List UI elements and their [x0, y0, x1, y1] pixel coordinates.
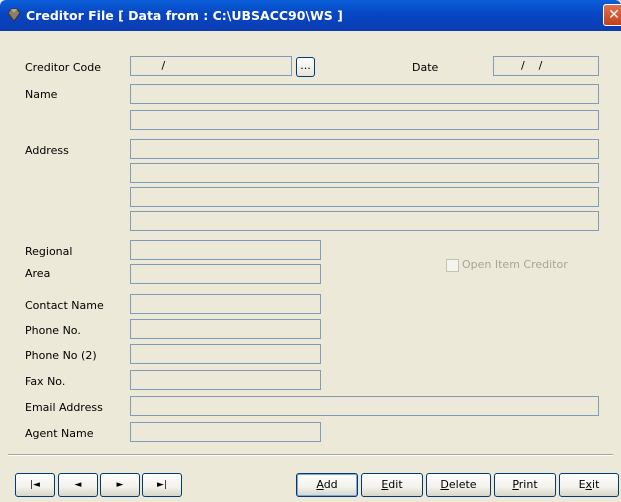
creditor-lookup-button[interactable]: ... [296, 57, 315, 77]
name-field-2[interactable] [130, 110, 599, 130]
add-label: dd [323, 478, 338, 491]
delete-button[interactable]: Delete [426, 473, 491, 497]
next-record-icon: ► [116, 480, 124, 490]
contact-name-field[interactable] [130, 294, 321, 314]
next-record-button[interactable]: ► [100, 473, 140, 497]
address-label: Address [25, 144, 69, 157]
email-field[interactable] [130, 396, 599, 416]
exit-label-end: it [592, 478, 600, 491]
edit-button[interactable]: Edit [361, 473, 423, 497]
phone-field[interactable] [130, 319, 321, 339]
last-record-button[interactable]: ►| [142, 473, 182, 497]
address-field-2[interactable] [130, 163, 599, 183]
address-field-1[interactable] [130, 139, 599, 159]
print-label: rint [518, 478, 538, 491]
close-icon: ✕ [608, 7, 620, 23]
address-field-3[interactable] [130, 187, 599, 207]
fax-label: Fax No. [25, 375, 66, 388]
exit-label-start: E [578, 478, 586, 491]
checkbox-box[interactable] [446, 258, 459, 272]
date-label: Date [412, 61, 439, 74]
exit-button[interactable]: Exit [559, 473, 619, 497]
agent-name-field[interactable] [130, 422, 321, 442]
creditor-file-window: Creditor File [ Data from : C:\UBSACC90\… [0, 0, 621, 502]
print-button[interactable]: Print [494, 473, 556, 497]
email-label: Email Address [25, 401, 103, 414]
creditor-code-field[interactable]: / [130, 56, 292, 76]
open-item-creditor-label: Open Item Creditor [462, 258, 568, 271]
name-field-1[interactable] [130, 84, 599, 104]
area-field[interactable] [130, 264, 321, 284]
gem-icon [7, 8, 21, 22]
edit-label: dit [388, 478, 403, 491]
delete-label: elete [448, 478, 477, 491]
last-record-icon: ►| [157, 480, 167, 490]
area-label: Area [25, 267, 51, 280]
phone2-field[interactable] [130, 344, 321, 364]
phone2-label: Phone No (2) [25, 349, 97, 362]
phone-label: Phone No. [25, 324, 81, 337]
fax-field[interactable] [130, 370, 321, 390]
address-field-4[interactable] [130, 211, 599, 231]
previous-record-icon: ◄ [74, 480, 82, 490]
close-button[interactable]: ✕ [603, 4, 621, 26]
agent-name-label: Agent Name [25, 427, 94, 440]
previous-record-button[interactable]: ◄ [58, 473, 98, 497]
name-label: Name [25, 88, 58, 101]
regional-field[interactable] [130, 240, 321, 260]
separator [8, 454, 613, 456]
title-bar[interactable]: Creditor File [ Data from : C:\UBSACC90\… [0, 0, 621, 31]
first-record-icon: |◄ [30, 480, 40, 490]
delete-hotkey: D [440, 478, 449, 491]
open-item-creditor-checkbox[interactable]: Open Item Creditor [446, 258, 568, 272]
regional-label: Regional [25, 245, 73, 258]
window-title: Creditor File [ Data from : C:\UBSACC90\… [26, 8, 343, 23]
first-record-button[interactable]: |◄ [15, 473, 55, 497]
contact-name-label: Contact Name [25, 299, 104, 312]
add-button[interactable]: Add [296, 473, 358, 497]
add-hotkey: A [316, 478, 324, 491]
date-field[interactable]: / / [493, 56, 599, 76]
creditor-code-label: Creditor Code [25, 61, 101, 74]
